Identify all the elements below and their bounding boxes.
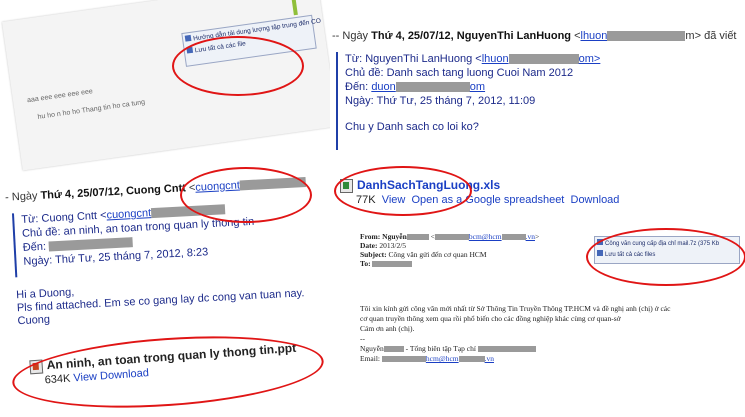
attachment-size: 77K <box>356 194 376 206</box>
file-icon <box>597 239 603 245</box>
file-icon <box>184 34 192 42</box>
save-icon <box>597 250 603 256</box>
email-thread-cuong: - Ngày Thứ 4, 25/07/12, Cuong Cntt <cuon… <box>0 158 333 336</box>
save-icon <box>186 46 194 54</box>
attachment-popup: Công văn cung cấp địa chỉ mail.7z (375 K… <box>594 236 740 264</box>
ppt-file-icon <box>29 359 44 375</box>
blurred-text-line: aaa eee eee eee eee <box>26 88 94 105</box>
quoted-header: -- Ngày Thứ 4, 25/07/12, NguyenThi LanHu… <box>332 30 737 42</box>
email-thread-lanhuong: -- Ngày Thứ 4, 25/07/12, NguyenThi LanHu… <box>330 0 745 160</box>
sender-email-link[interactable]: cuongcnt <box>195 179 240 193</box>
email-body: Chu y Danh sach co loi ko? <box>345 121 479 133</box>
from-email-link[interactable]: bcm@hcm .vn <box>434 232 535 241</box>
attachment-filename[interactable]: An ninh, an toan trong quan ly thong tin… <box>46 341 296 372</box>
view-link[interactable]: View <box>382 194 406 206</box>
open-google-spreadsheet-link[interactable]: Open as a Google spreadsheet <box>411 194 564 206</box>
email-body: Hi a Duong, Pls find attached. Em se co … <box>15 286 305 328</box>
attachment-xls: DanhSachTangLuong.xls 77K View Open as a… <box>336 170 745 214</box>
forwarded-email: From: Nguyễn < bcm@hcm .vn> Date: 2013/2/5… <box>354 218 745 405</box>
attachment-popup: Hướng dẫn tải dung lượng tập trung đến C… <box>181 14 321 67</box>
from-email-link[interactable]: lhuon om> <box>482 53 601 65</box>
blurred-text-line: hu ho n ho ho Thang tin ho ca tung <box>37 98 146 121</box>
from-email-link[interactable]: cuongcnt <box>106 207 151 221</box>
green-corner-mark <box>290 0 298 16</box>
to-email-link[interactable]: duon om <box>371 81 485 93</box>
popup-option[interactable]: Công văn cung cấp địa chỉ mail.7z (375 K… <box>597 239 737 247</box>
popup-option[interactable]: Lưu tất cả các files <box>597 250 737 258</box>
signature-email-link[interactable]: hcm@hcm .vn <box>381 354 494 363</box>
xls-file-icon <box>340 178 353 193</box>
view-link[interactable]: View <box>73 371 97 385</box>
download-link[interactable]: Download <box>571 194 620 206</box>
download-link[interactable]: Download <box>100 367 150 382</box>
quoted-block: Từ: Cuong Cntt <cuongcnt Chủ đề: an ninh… <box>11 197 324 278</box>
sender-email-link[interactable]: lhuon <box>581 30 686 42</box>
attachment-size: 634K <box>44 372 71 387</box>
attachment-filename[interactable]: DanhSachTangLuong.xls <box>357 178 500 192</box>
quoted-block: Từ: NguyenThi LanHuong <lhuon om> Chủ đề:… <box>336 52 705 150</box>
top-left-screenshot: aaa eee eee eee eee hu ho n ho ho Thang … <box>2 0 338 171</box>
email-body: Tôi xin kính gửi công văn mới nhất từ Sở… <box>360 304 671 363</box>
